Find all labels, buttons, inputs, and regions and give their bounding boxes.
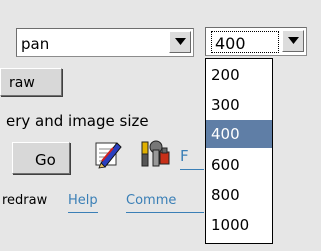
image-size-dropdown-list: 200 300 400 600 800 1000: [205, 58, 273, 244]
option-800[interactable]: 800: [206, 181, 272, 209]
mode-select-value: pan: [21, 35, 50, 53]
redraw-button-label: raw: [9, 75, 35, 91]
tools-icon[interactable]: [138, 140, 172, 170]
query-and-size-label: ery and image size: [6, 112, 149, 130]
image-size-select-value: 400: [211, 31, 279, 53]
comments-link[interactable]: Comme: [126, 193, 204, 213]
mode-select[interactable]: pan: [16, 28, 194, 57]
mode-select-arrow-button[interactable]: [169, 31, 191, 53]
image-size-arrow-button[interactable]: [282, 30, 304, 52]
go-button[interactable]: Go: [12, 142, 70, 174]
partial-link[interactable]: F: [180, 147, 204, 170]
option-1000[interactable]: 1000: [206, 211, 272, 239]
help-link[interactable]: Help: [68, 193, 98, 213]
focus-ring: [211, 31, 279, 53]
option-600[interactable]: 600: [206, 151, 272, 179]
option-300[interactable]: 300: [206, 91, 272, 119]
image-size-select[interactable]: 400: [205, 27, 307, 56]
redraw-button[interactable]: raw: [0, 68, 62, 96]
map-control-panel: pan 400 raw ery and image size Go F redr…: [0, 0, 321, 251]
chevron-down-icon: [288, 37, 299, 44]
chevron-down-icon: [175, 38, 186, 45]
option-400-selected[interactable]: 400: [206, 120, 272, 148]
redraw-text: redraw: [2, 193, 48, 208]
go-button-label: Go: [35, 151, 56, 169]
edit-icon[interactable]: [93, 139, 123, 169]
option-200[interactable]: 200: [206, 61, 272, 89]
